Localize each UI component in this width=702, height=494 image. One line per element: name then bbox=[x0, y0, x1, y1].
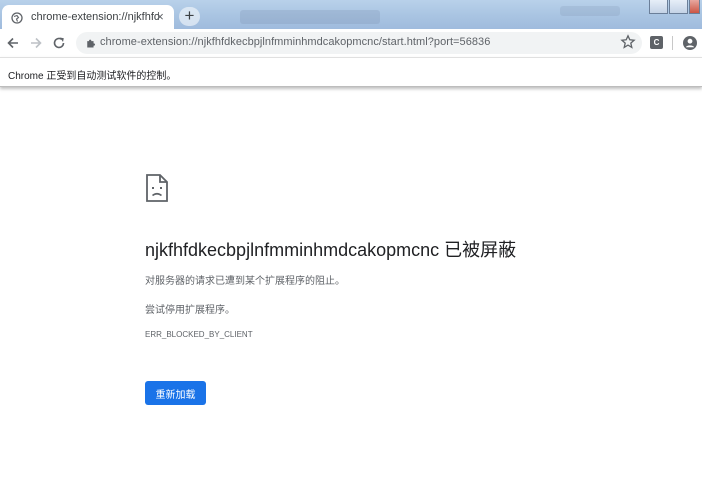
infobar-text: Chrome 正受到自动测试软件的控制。 bbox=[8, 71, 177, 82]
star-icon[interactable] bbox=[620, 34, 636, 50]
window-controls bbox=[648, 0, 700, 14]
address-bar[interactable]: chrome-extension://njkfhfdkecbpjlnfmminh… bbox=[76, 32, 642, 54]
automation-infobar: Chrome 正受到自动测试软件的控制。 bbox=[0, 57, 702, 87]
error-description: 对服务器的请求已遭到某个扩展程序的阻止。 bbox=[145, 276, 345, 287]
tab-strip: chrome-extension://njkfhfdke × + bbox=[0, 0, 702, 29]
puzzle-icon bbox=[85, 37, 97, 49]
tab-title: chrome-extension://njkfhfdke bbox=[31, 11, 159, 23]
toolbar-divider bbox=[672, 36, 673, 50]
new-tab-button[interactable]: + bbox=[179, 7, 200, 26]
extension-icon[interactable]: C bbox=[650, 36, 663, 49]
close-icon[interactable]: × bbox=[152, 9, 168, 25]
back-arrow-icon[interactable] bbox=[4, 34, 22, 52]
reload-button[interactable]: 重新加载 bbox=[145, 381, 206, 405]
tab-active[interactable]: chrome-extension://njkfhfdke × bbox=[2, 5, 174, 29]
globe-icon bbox=[11, 11, 23, 24]
browser-toolbar: chrome-extension://njkfhfdkecbpjlnfmminh… bbox=[0, 29, 702, 57]
minimize-button[interactable] bbox=[649, 0, 668, 14]
sad-page-icon bbox=[145, 173, 169, 203]
error-suggestion: 尝试停用扩展程序。 bbox=[145, 305, 235, 316]
address-bar-url[interactable]: chrome-extension://njkfhfdkecbpjlnfmminh… bbox=[100, 36, 490, 48]
window-title-blur bbox=[560, 6, 620, 16]
maximize-button[interactable] bbox=[669, 0, 688, 14]
forward-arrow-icon[interactable] bbox=[27, 34, 45, 52]
reload-icon[interactable] bbox=[50, 34, 68, 52]
error-title: njkfhfdkecbpjlnfmminhmdcakopmcnc 已被屏蔽 bbox=[145, 240, 517, 260]
window-title-blur bbox=[240, 10, 380, 24]
error-code: ERR_BLOCKED_BY_CLIENT bbox=[145, 330, 253, 339]
account-icon[interactable] bbox=[682, 35, 698, 51]
window-close-button[interactable] bbox=[689, 0, 700, 14]
